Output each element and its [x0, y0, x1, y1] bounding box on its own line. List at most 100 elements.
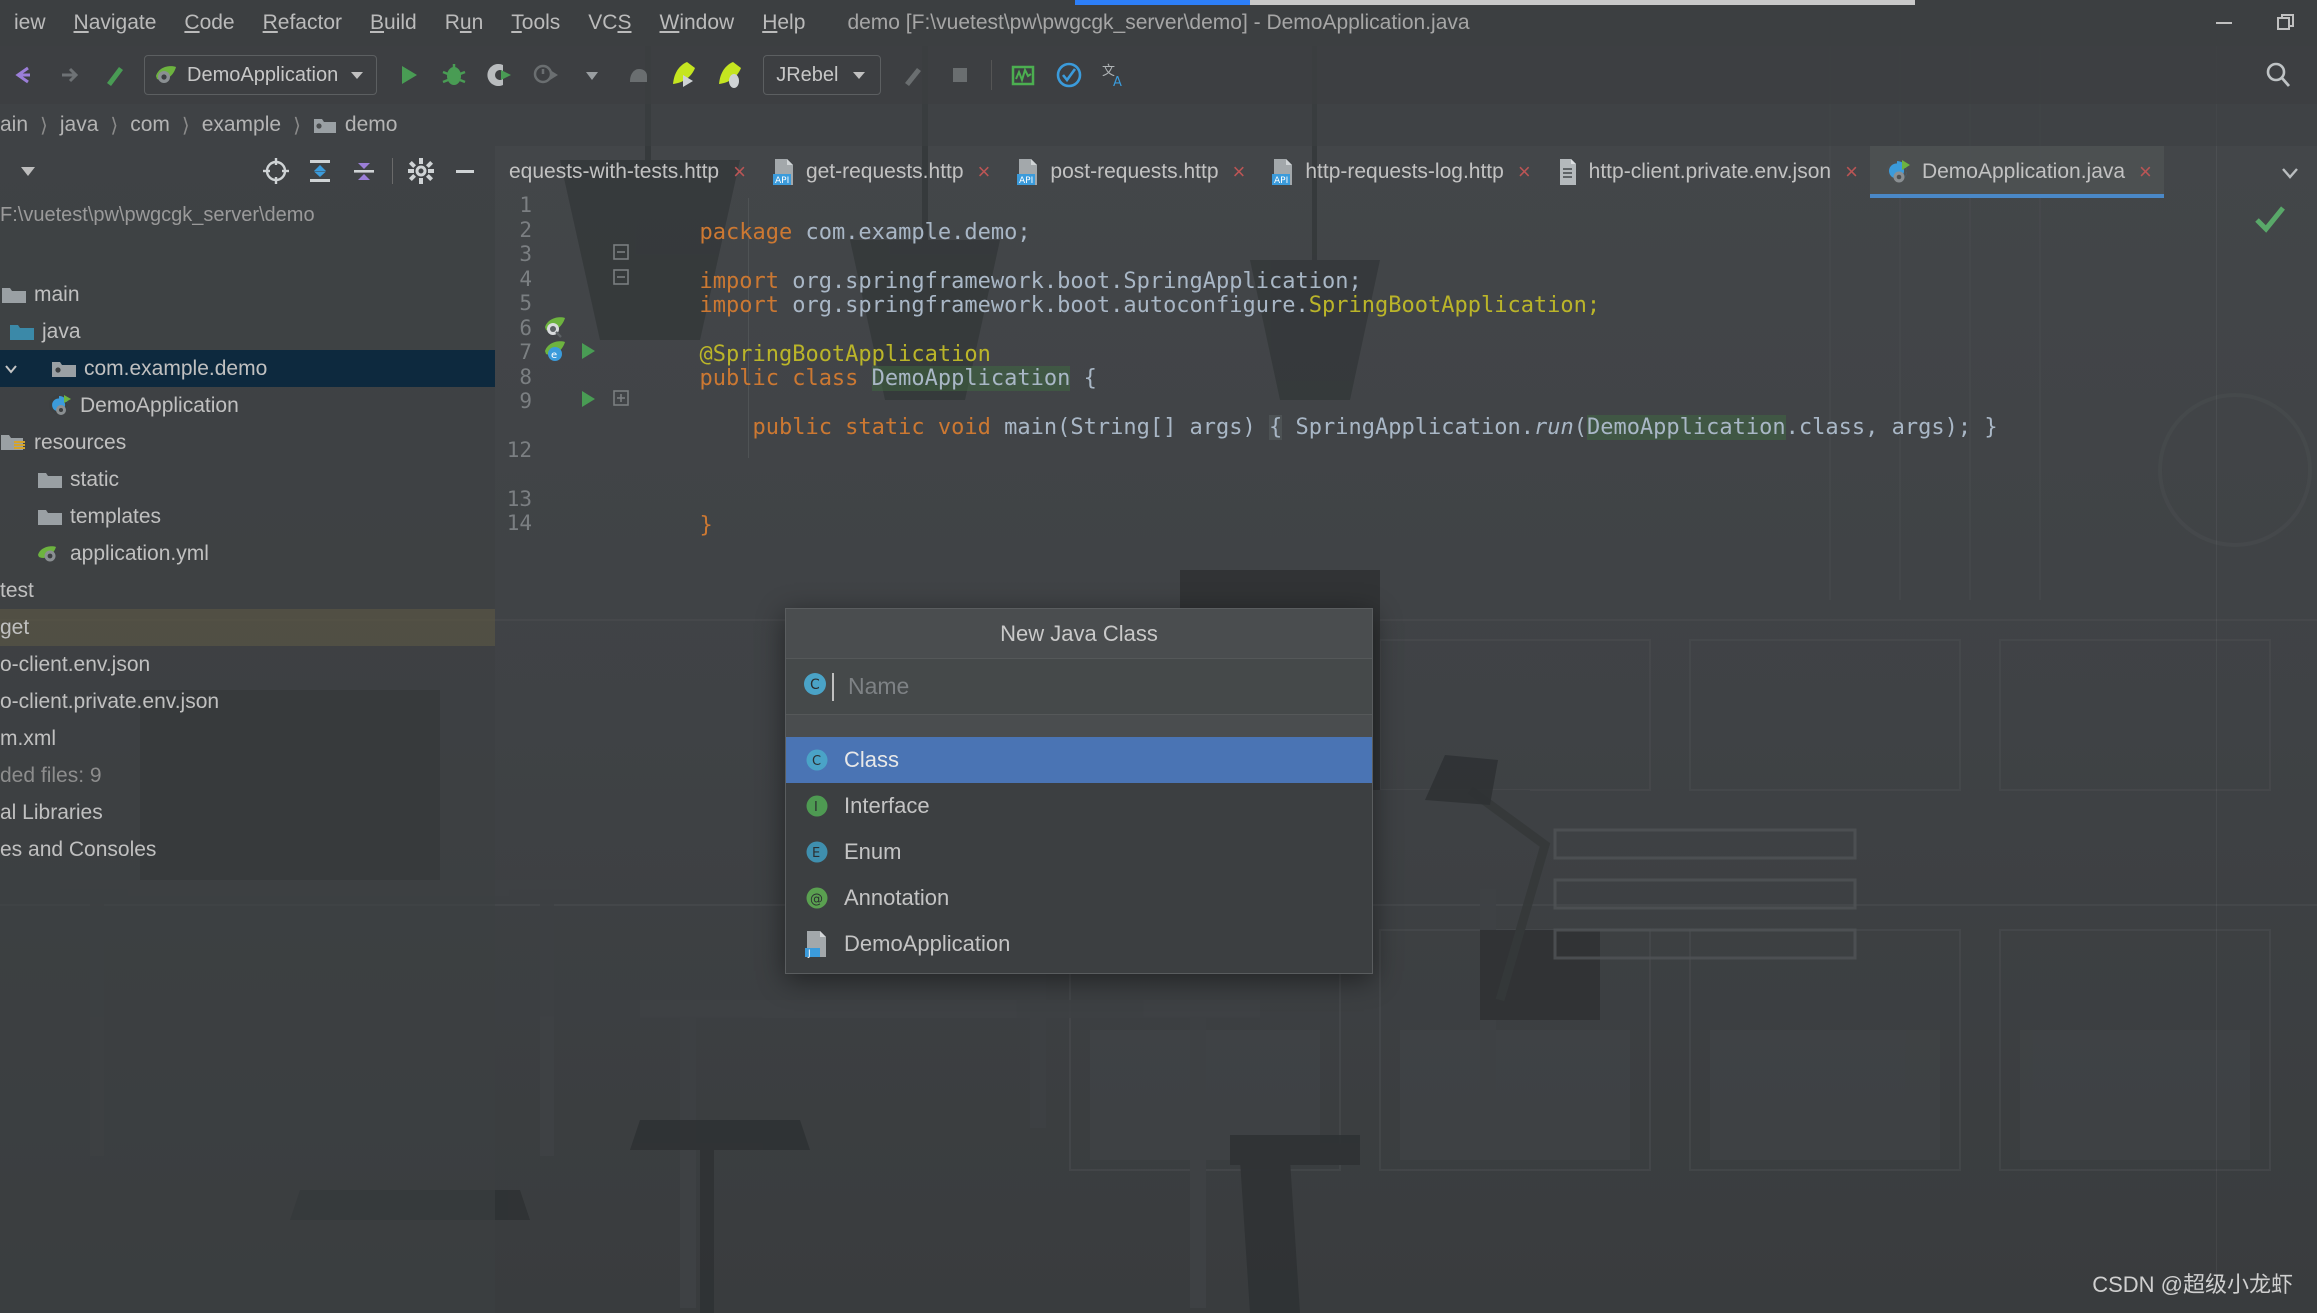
run-configuration-selector[interactable]: DemoApplication: [144, 55, 378, 95]
editor-tab-bar: equests-with-tests.http × API get-reques…: [495, 146, 2317, 198]
tree-item-http-client-private-env-json[interactable]: o-client.private.env.json: [0, 683, 495, 720]
attach-to-process-icon[interactable]: [617, 54, 659, 96]
kind-label: Enum: [844, 839, 902, 864]
menu-item-view[interactable]: iew: [0, 0, 60, 46]
settings-gear-icon[interactable]: [399, 149, 443, 193]
tree-item-application-yml[interactable]: application.yml: [0, 535, 495, 572]
back-arrow-icon[interactable]: [2, 54, 44, 96]
code-editor[interactable]: 1 2 3 4 5 6 7 8 9 12 13 14 e package com…: [495, 193, 2317, 1313]
run-with-coverage-icon[interactable]: [479, 54, 521, 96]
tree-item-target[interactable]: get: [0, 609, 495, 646]
debug-button[interactable]: [433, 54, 475, 96]
interface-icon: I: [800, 792, 834, 820]
tab-close-icon[interactable]: ×: [2139, 159, 2152, 185]
menu-item-window[interactable]: Window: [646, 0, 749, 46]
collapse-all-icon[interactable]: [342, 149, 386, 193]
tree-item-templates[interactable]: templates: [0, 498, 495, 535]
tab-close-icon[interactable]: ×: [1518, 159, 1531, 185]
breadcrumb-demo-label: demo: [344, 113, 398, 136]
profiler-icon[interactable]: [525, 54, 567, 96]
expand-all-icon[interactable]: [298, 149, 342, 193]
line-number: 14: [506, 511, 532, 535]
tab-http-requests-log[interactable]: API http-requests-log.http ×: [1257, 146, 1542, 198]
run-gutter-icon[interactable]: [577, 340, 599, 367]
tab-close-icon[interactable]: ×: [1233, 159, 1246, 185]
menu-item-build[interactable]: Build: [356, 0, 431, 46]
tree-item-external-libraries[interactable]: al Libraries: [0, 794, 495, 831]
project-tree[interactable]: main java com.example.demo DemoApplicati…: [0, 276, 495, 868]
menu-item-refactor[interactable]: Refactor: [249, 0, 356, 46]
tree-item-java[interactable]: java: [0, 313, 495, 350]
menu-item-help[interactable]: Help: [748, 0, 819, 46]
window-controls: [2193, 0, 2317, 46]
tab-post-requests[interactable]: API post-requests.http ×: [1002, 146, 1257, 198]
hide-panel-icon[interactable]: [443, 149, 487, 193]
tab-overflow-chevron-down-icon[interactable]: [2263, 146, 2317, 198]
run-method-gutter-icon[interactable]: [577, 388, 599, 415]
stop-icon[interactable]: [939, 54, 981, 96]
tab-close-icon[interactable]: ×: [978, 159, 991, 185]
tree-item-http-client-env-json[interactable]: o-client.env.json: [0, 646, 495, 683]
tab-close-icon[interactable]: ×: [733, 159, 746, 185]
kind-item-annotation[interactable]: @ Annotation: [786, 875, 1372, 921]
kind-item-enum[interactable]: E Enum: [786, 829, 1372, 875]
checked-circle-icon[interactable]: [1048, 54, 1090, 96]
spring-boot-gutter-icon[interactable]: e: [543, 338, 571, 369]
kind-label: Annotation: [844, 885, 950, 910]
title-bar: iew Navigate Code Refactor Build Run Too…: [0, 0, 2317, 46]
breadcrumb-item-main[interactable]: ain: [0, 113, 28, 137]
chevron-down-icon: [853, 72, 866, 79]
build-project-icon[interactable]: [893, 54, 935, 96]
breadcrumb-item-java[interactable]: java: [60, 113, 99, 137]
build-hammer-icon[interactable]: [94, 54, 136, 96]
new-java-class-popup[interactable]: New Java Class C Name C Class I Interfac…: [785, 608, 1373, 974]
jrebel-run-icon[interactable]: [663, 54, 705, 96]
tree-item-scratches-and-consoles[interactable]: es and Consoles: [0, 831, 495, 868]
tab-close-icon[interactable]: ×: [1845, 159, 1858, 185]
breadcrumb-item-com[interactable]: com: [130, 113, 170, 137]
tree-item-demoapplication[interactable]: DemoApplication: [0, 387, 495, 424]
menu-item-vcs[interactable]: VCS: [574, 0, 645, 46]
menu-item-navigate[interactable]: Navigate: [60, 0, 171, 46]
minimize-icon[interactable]: [2193, 0, 2255, 46]
chevron-down-icon[interactable]: [571, 54, 613, 96]
search-everywhere-icon[interactable]: [2257, 54, 2299, 96]
jrebel-debug-icon[interactable]: [709, 54, 751, 96]
jrebel-selector[interactable]: JRebel: [763, 55, 882, 95]
tree-item-pom-xml[interactable]: m.xml: [0, 720, 495, 757]
select-opened-file-icon[interactable]: [254, 149, 298, 193]
kind-list[interactable]: C Class I Interface E Enum @ Annotation …: [786, 737, 1372, 973]
tab-requests-with-tests[interactable]: equests-with-tests.http ×: [495, 146, 758, 198]
translate-icon[interactable]: 文A: [1094, 54, 1136, 96]
run-button[interactable]: [387, 54, 429, 96]
forward-arrow-icon[interactable]: [48, 54, 90, 96]
chevron-down-icon[interactable]: [0, 360, 22, 378]
tree-item-com-example-demo[interactable]: com.example.demo: [0, 350, 495, 387]
tree-item-resources[interactable]: resources: [0, 424, 495, 461]
tree-item-test[interactable]: test: [0, 572, 495, 609]
monitor-icon[interactable]: [1002, 54, 1044, 96]
class-name-input[interactable]: C Name: [786, 659, 1372, 715]
line-number: 7: [519, 340, 532, 364]
tree-item-static[interactable]: static: [0, 461, 495, 498]
kind-item-class[interactable]: C Class: [786, 737, 1372, 783]
breadcrumb-item-demo[interactable]: demo: [313, 113, 398, 137]
breadcrumb-separator: ⟩: [293, 114, 301, 137]
menu-item-code[interactable]: Code: [170, 0, 248, 46]
menu-item-tools[interactable]: Tools: [497, 0, 574, 46]
breadcrumb-item-example[interactable]: example: [202, 113, 281, 137]
project-view-dropdown-icon[interactable]: [6, 149, 50, 193]
spring-leaf-icon: [156, 66, 176, 83]
menu-item-run[interactable]: Run: [431, 0, 498, 46]
tab-http-client-private-env-json[interactable]: http-client.private.env.json ×: [1543, 146, 1870, 198]
tab-get-requests[interactable]: API get-requests.http ×: [758, 146, 1002, 198]
tab-demoapplication-java[interactable]: DemoApplication.java ×: [1869, 146, 2164, 198]
tree-item-main[interactable]: main: [0, 276, 495, 313]
svg-text:C: C: [810, 677, 820, 693]
kind-item-demoapplication[interactable]: J DemoApplication: [786, 921, 1372, 967]
editor-gutter[interactable]: 1 2 3 4 5 6 7 8 9 12 13 14 e: [495, 193, 629, 1313]
line-number: 2: [519, 218, 532, 242]
menu-bar[interactable]: iew Navigate Code Refactor Build Run Too…: [0, 0, 819, 46]
kind-item-interface[interactable]: I Interface: [786, 783, 1372, 829]
restore-icon[interactable]: [2255, 0, 2317, 46]
